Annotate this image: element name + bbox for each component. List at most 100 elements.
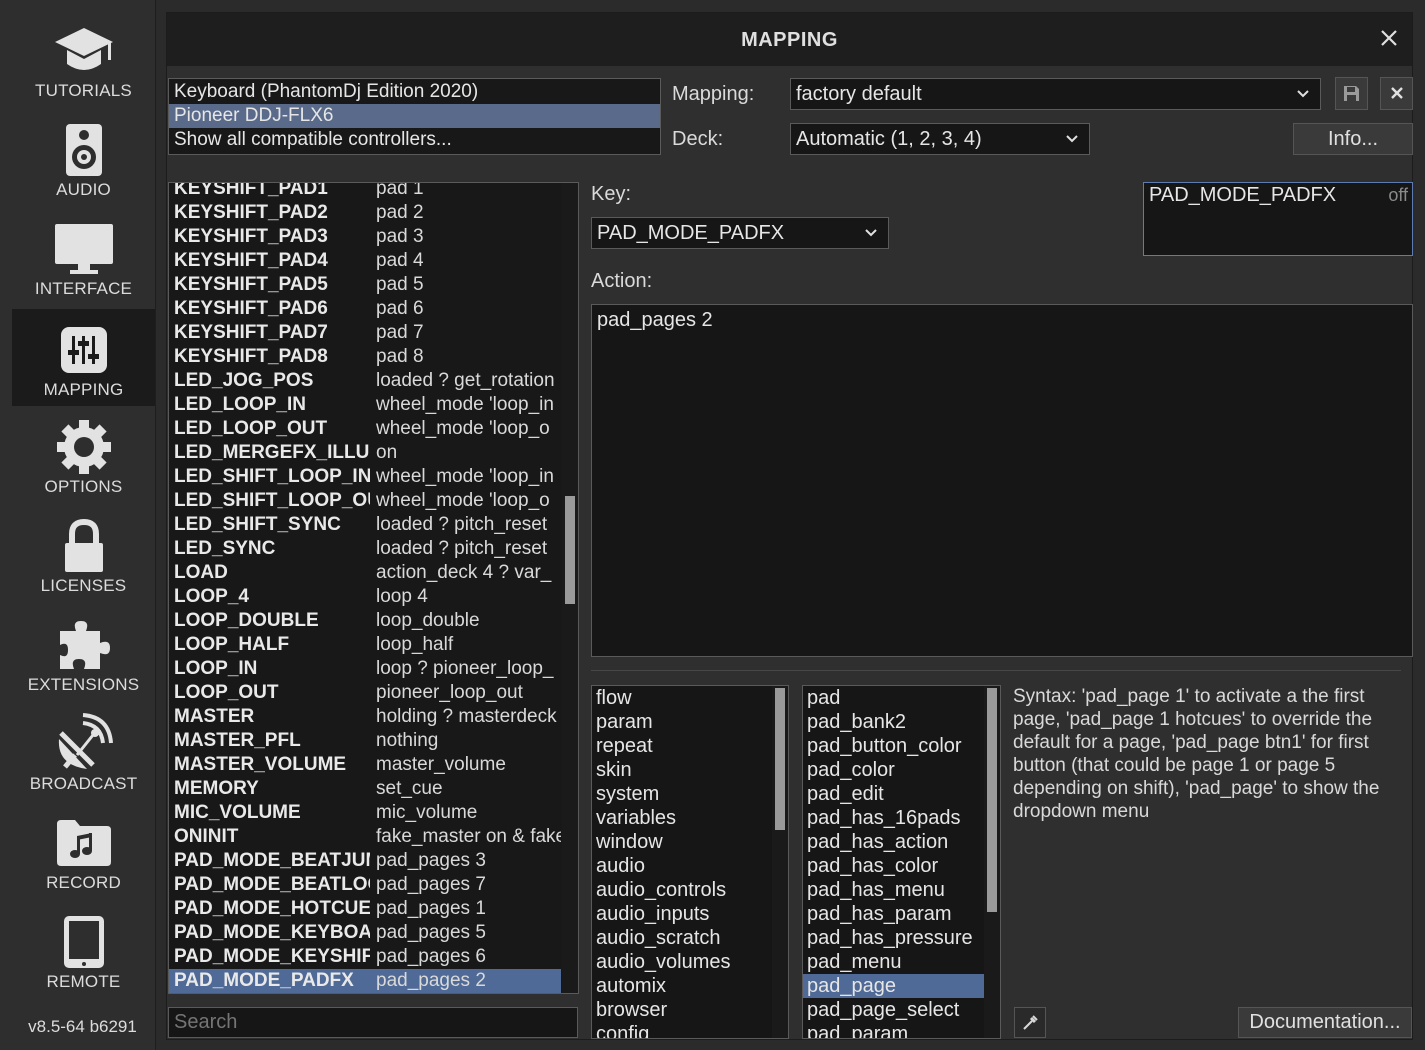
scrollbar-thumb[interactable]: [565, 496, 575, 604]
verb-item[interactable]: pad_has_16pads: [803, 806, 984, 830]
controller-item-pioneer[interactable]: Pioneer DDJ-FLX6: [169, 104, 660, 128]
category-item[interactable]: system: [592, 782, 788, 806]
show-all-controllers-item[interactable]: Show all compatible controllers...: [169, 128, 660, 152]
scrollbar-thumb[interactable]: [987, 688, 997, 912]
mapping-action: master_volume: [376, 754, 506, 775]
mapping-row[interactable]: MEMORY set_cue: [169, 777, 561, 801]
verb-item[interactable]: pad_has_pressure: [803, 926, 984, 950]
category-item[interactable]: repeat: [592, 734, 788, 758]
sidebar-item-mapping[interactable]: MAPPING: [12, 309, 155, 406]
verb-item[interactable]: pad_color: [803, 758, 984, 782]
verb-item[interactable]: pad_edit: [803, 782, 984, 806]
sidebar-item-tutorials[interactable]: TUTORIALS: [12, 10, 155, 107]
mapping-row[interactable]: LOOP_DOUBLE loop_double: [169, 609, 561, 633]
verb-item[interactable]: pad_menu: [803, 950, 984, 974]
category-item[interactable]: audio_inputs: [592, 902, 788, 926]
mapping-row[interactable]: PAD_MODE_BEATJUMP pad_pages 3: [169, 849, 561, 873]
mapping-row[interactable]: LED_LOOP_IN wheel_mode 'loop_in: [169, 393, 561, 417]
mapping-row[interactable]: KEYSHIFT_PAD1 pad 1: [169, 183, 561, 201]
sidebar-item-record[interactable]: RECORD: [12, 802, 155, 899]
delete-mapping-button[interactable]: [1380, 77, 1413, 110]
category-item[interactable]: param: [592, 710, 788, 734]
mapping-row[interactable]: MASTER_VOLUME master_volume: [169, 753, 561, 777]
category-item[interactable]: audio_scratch: [592, 926, 788, 950]
verb-item[interactable]: pad_has_param: [803, 902, 984, 926]
mapping-row[interactable]: MASTER holding ? masterdeck: [169, 705, 561, 729]
mapping-row[interactable]: KEYSHIFT_PAD6 pad 6: [169, 297, 561, 321]
verb-item[interactable]: pad_bank2: [803, 710, 984, 734]
mapping-row[interactable]: PAD_MODE_PADFX pad_pages 2: [169, 969, 561, 993]
category-item[interactable]: skin: [592, 758, 788, 782]
mapping-row[interactable]: LOAD action_deck 4 ? var_: [169, 561, 561, 585]
deck-select[interactable]: Automatic (1, 2, 3, 4): [790, 123, 1090, 155]
scrollbar-thumb[interactable]: [775, 688, 785, 830]
sidebar-item-broadcast[interactable]: BROADCAST: [12, 703, 155, 800]
category-item[interactable]: variables: [592, 806, 788, 830]
mapping-row[interactable]: LED_SHIFT_LOOP_OUT wheel_mode 'loop_o: [169, 489, 561, 513]
mapping-row[interactable]: PAD_MODE_BEATLOOP pad_pages 7: [169, 873, 561, 897]
category-item[interactable]: flow: [592, 686, 788, 710]
verb-item[interactable]: pad_page_select: [803, 998, 984, 1022]
mapping-row[interactable]: PAD_MODE_HOTCUE pad_pages 1: [169, 897, 561, 921]
sidebar-item-audio[interactable]: AUDIO: [12, 109, 155, 206]
key-select[interactable]: PAD_MODE_PADFX: [591, 217, 889, 249]
verb-list-scrollbar[interactable]: [984, 686, 1000, 1038]
mapping-row[interactable]: KEYSHIFT_PAD5 pad 5: [169, 273, 561, 297]
sidebar-item-interface[interactable]: INTERFACE: [12, 208, 155, 305]
verb-item[interactable]: pad_has_menu: [803, 878, 984, 902]
mapping-row[interactable]: LED_SHIFT_SYNC loaded ? pitch_reset: [169, 513, 561, 537]
mapping-row[interactable]: MIC_VOLUME mic_volume: [169, 801, 561, 825]
save-mapping-button[interactable]: [1335, 77, 1368, 110]
mapping-row[interactable]: PAD_MODE_KEYBOARD pad_pages 5: [169, 921, 561, 945]
verb-item[interactable]: pad_has_action: [803, 830, 984, 854]
verb-item[interactable]: pad: [803, 686, 984, 710]
mapping-row[interactable]: LED_JOG_POS loaded ? get_rotation: [169, 369, 561, 393]
verb-item[interactable]: pad_button_color: [803, 734, 984, 758]
sidebar-item-label: BROADCAST: [29, 774, 138, 793]
category-item[interactable]: window: [592, 830, 788, 854]
sidebar-item-options[interactable]: OPTIONS: [12, 406, 155, 503]
sidebar-item-extensions[interactable]: EXTENSIONS: [12, 604, 155, 701]
mapping-select[interactable]: factory default: [790, 78, 1321, 110]
close-button[interactable]: [1376, 25, 1402, 51]
sidebar-item-remote[interactable]: REMOTE: [12, 901, 155, 998]
category-item[interactable]: audio_controls: [592, 878, 788, 902]
mapping-row[interactable]: LED_LOOP_OUT wheel_mode 'loop_o: [169, 417, 561, 441]
sidebar-item-licenses[interactable]: LICENSES: [12, 505, 155, 602]
mapping-row[interactable]: PAD_MODE_KEYSHIFT pad_pages 6: [169, 945, 561, 969]
mapping-row[interactable]: KEYSHIFT_PAD7 pad 7: [169, 321, 561, 345]
documentation-button[interactable]: Documentation...: [1238, 1007, 1412, 1038]
controller-item-keyboard[interactable]: Keyboard (PhantomDj Edition 2020): [169, 80, 660, 104]
mapping-key: MIC_VOLUME: [174, 802, 301, 823]
mapping-row[interactable]: LOOP_HALF loop_half: [169, 633, 561, 657]
mapping-row[interactable]: ONINIT fake_master on & fake: [169, 825, 561, 849]
mapping-row[interactable]: LED_MERGEFX_ILLUM on: [169, 441, 561, 465]
search-input[interactable]: [168, 1007, 578, 1038]
mapping-row[interactable]: KEYSHIFT_PAD3 pad 3: [169, 225, 561, 249]
mapping-list-scrollbar[interactable]: [562, 183, 578, 993]
mapping-row[interactable]: KEYSHIFT_PAD4 pad 4: [169, 249, 561, 273]
mapping-row[interactable]: LED_SYNC loaded ? pitch_reset: [169, 537, 561, 561]
mapping-row[interactable]: KEYSHIFT_PAD8 pad 8: [169, 345, 561, 369]
info-button[interactable]: Info...: [1293, 123, 1413, 155]
sidebar-item-label: INTERFACE: [34, 279, 133, 298]
mapping-row[interactable]: LOOP_4 loop 4: [169, 585, 561, 609]
category-list-scrollbar[interactable]: [772, 686, 788, 1038]
category-item[interactable]: config: [592, 1022, 788, 1038]
category-item[interactable]: audio: [592, 854, 788, 878]
mapping-row[interactable]: LOOP_IN loop ? pioneer_loop_: [169, 657, 561, 681]
sidebar: TUTORIALS AUDIO INTERFACE MAPPING OPTION…: [0, 0, 156, 1050]
mapping-row[interactable]: LOOP_OUT pioneer_loop_out: [169, 681, 561, 705]
mapping-row[interactable]: LED_SHIFT_LOOP_IN wheel_mode 'loop_in: [169, 465, 561, 489]
mapping-select-value: factory default: [796, 83, 922, 105]
mapping-row[interactable]: MASTER_PFL nothing: [169, 729, 561, 753]
category-item[interactable]: audio_volumes: [592, 950, 788, 974]
verb-item[interactable]: pad_param: [803, 1022, 984, 1038]
verb-item[interactable]: pad_has_color: [803, 854, 984, 878]
mapping-row[interactable]: KEYSHIFT_PAD2 pad 2: [169, 201, 561, 225]
picker-button[interactable]: [1014, 1007, 1046, 1038]
category-item[interactable]: automix: [592, 974, 788, 998]
verb-item[interactable]: pad_page: [803, 974, 984, 998]
action-editor[interactable]: pad_pages 2: [591, 304, 1413, 657]
category-item[interactable]: browser: [592, 998, 788, 1022]
